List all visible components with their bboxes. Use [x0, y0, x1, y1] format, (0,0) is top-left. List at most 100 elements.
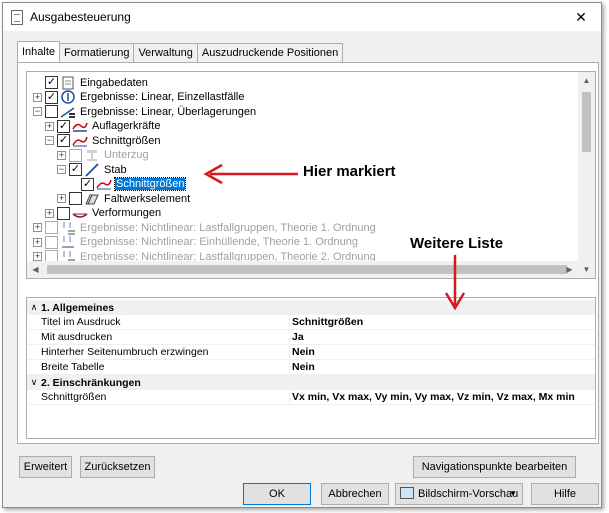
column-divider[interactable] [289, 313, 290, 403]
category-einschraenkungen[interactable]: ∨ 2. Einschränkungen [27, 375, 595, 390]
collapse-icon[interactable]: − [33, 107, 42, 116]
expand-icon[interactable]: + [33, 223, 42, 232]
erweitert-button[interactable]: Erweitert [19, 456, 72, 478]
document-icon [62, 76, 74, 89]
tree-item[interactable]: + Unterzug [57, 148, 150, 163]
internal-forces-icon [72, 136, 88, 146]
tree-checkbox[interactable] [69, 192, 82, 205]
tree-checkbox[interactable]: ✓ [45, 76, 58, 89]
annotation-weitere-liste: Weitere Liste [410, 235, 504, 252]
category-allgemeines[interactable]: ∧ 1. Allgemeines [27, 300, 595, 315]
tab-auszudruckende-positionen[interactable]: Auszudruckende Positionen [196, 43, 344, 62]
close-button[interactable]: ✕ [561, 3, 601, 31]
expand-icon[interactable]: + [45, 208, 54, 218]
tree-checkbox[interactable] [69, 148, 82, 162]
property-row[interactable]: Schnittgrößen Vx min, Vx max, Vy min, Vy… [27, 390, 595, 405]
internal-forces-icon [96, 179, 112, 190]
tree-item-label: Ergebnisse: Linear, Einzellastfälle [80, 91, 245, 103]
category-label: 2. Einschränkungen [41, 376, 141, 389]
tree-checkbox[interactable] [45, 105, 58, 118]
chevron-down-icon[interactable]: ▼ [509, 484, 517, 504]
tree-item-label-selected: Schnittgrößen [113, 177, 187, 191]
tree-checkbox[interactable]: ✓ [69, 163, 82, 176]
vertical-scrollbar[interactable]: ▲ ▼ [578, 72, 595, 278]
scroll-right-icon[interactable]: ▶ [561, 261, 578, 278]
help-button[interactable]: Hilfe [531, 483, 599, 505]
title-bar: Ausgabesteuerung ✕ [3, 3, 601, 31]
property-value[interactable]: Vx min, Vx max, Vy min, Vy max, Vz min, … [292, 391, 575, 403]
collapse-icon[interactable]: − [57, 165, 66, 174]
ok-button[interactable]: OK [243, 483, 311, 505]
scroll-left-icon[interactable]: ◀ [27, 261, 44, 278]
support-forces-icon [72, 122, 88, 132]
tree-item[interactable]: − ✓ Stab [57, 162, 128, 177]
expand-icon[interactable]: + [57, 194, 66, 203]
property-name: Hinterher Seitenumbruch erzwingen [41, 346, 209, 358]
property-value[interactable]: Nein [292, 361, 315, 373]
tree-item[interactable]: − ✓ Schnittgrößen [45, 133, 161, 148]
tree-item-label: Stab [104, 163, 127, 176]
tree-item-label: Auflagerkräfte [92, 120, 161, 132]
tree-item-label: Unterzug [104, 149, 149, 161]
reset-button[interactable]: Zurücksetzen [80, 456, 155, 478]
tree-item[interactable]: − Ergebnisse: Linear, Überlagerungen [33, 104, 257, 119]
screen-preview-button[interactable]: Bildschirm-Vorschau ▼ [395, 483, 523, 505]
tree-checkbox[interactable] [45, 235, 58, 249]
scroll-down-icon[interactable]: ▼ [578, 261, 595, 278]
property-value[interactable]: Ja [292, 331, 304, 343]
tree-item[interactable]: + Ergebnisse: Nichtlinear: Einhüllende, T… [33, 235, 359, 250]
edit-navigation-points-button[interactable]: Navigationspunkte bearbeiten [413, 456, 576, 478]
tab-verwaltung[interactable]: Verwaltung [133, 43, 198, 62]
tree-checkbox[interactable]: ✓ [45, 90, 58, 104]
tree-checkbox[interactable]: ✓ [57, 119, 70, 133]
tree-item[interactable]: + ✓ Auflagerkräfte [45, 119, 161, 134]
expand-icon[interactable]: + [33, 237, 42, 247]
expand-icon[interactable]: + [45, 121, 54, 131]
tab-formatierung[interactable]: Formatierung [59, 43, 135, 62]
property-value[interactable]: Nein [292, 346, 315, 358]
monitor-icon [400, 487, 414, 499]
tree-item-label: Ergebnisse: Nichtlinear: Lastfallgruppen… [80, 221, 376, 234]
document-icon [11, 10, 23, 25]
tree-item[interactable]: ✓ Eingabedaten [33, 75, 149, 90]
expand-icon[interactable]: + [33, 252, 42, 261]
property-row[interactable]: Breite Tabelle Nein [27, 360, 595, 375]
tree-item-label: Faltwerkselement [104, 192, 191, 205]
property-name: Breite Tabelle [41, 361, 105, 373]
category-label: 1. Allgemeines [41, 301, 115, 314]
load-case-icon [61, 90, 75, 104]
property-name: Schnittgrößen [41, 391, 107, 403]
expand-icon[interactable]: + [33, 92, 42, 102]
scroll-thumb-horizontal[interactable] [47, 265, 567, 274]
tree-checkbox[interactable] [45, 221, 58, 234]
tab-bar: Inhalte Formatierung Verwaltung Auszudru… [17, 41, 344, 62]
property-value[interactable]: Schnittgrößen [292, 316, 363, 328]
property-name: Titel im Ausdruck [41, 316, 121, 328]
tree-item[interactable]: + ✓ Ergebnisse: Linear, Einzellastfälle [33, 90, 245, 105]
scroll-up-icon[interactable]: ▲ [578, 72, 595, 89]
tree-checkbox[interactable] [57, 206, 70, 220]
horizontal-scrollbar[interactable]: ◀ ▶ [27, 261, 578, 278]
tab-inhalte[interactable]: Inhalte [17, 41, 61, 62]
property-row[interactable]: Titel im Ausdruck Schnittgrößen [27, 315, 595, 330]
scroll-thumb[interactable] [582, 92, 591, 152]
property-row[interactable]: Hinterher Seitenumbruch erzwingen Nein [27, 345, 595, 360]
collapse-caret-icon[interactable]: ∧ [27, 302, 41, 313]
tree-item[interactable]: + Verformungen [45, 206, 162, 221]
cancel-button[interactable]: Abbrechen [321, 483, 389, 505]
tree-item[interactable]: ✓ Schnittgrößen [69, 177, 187, 192]
expand-caret-icon[interactable]: ∨ [27, 377, 41, 388]
tree-item-label: Ergebnisse: Linear, Überlagerungen [80, 105, 257, 118]
tree-item[interactable]: + Ergebnisse: Nichtlinear: Lastfallgruppe… [33, 220, 377, 235]
tree-item-label: Schnittgrößen [92, 134, 161, 147]
folded-plate-icon [85, 194, 99, 204]
tree-checkbox[interactable]: ✓ [81, 177, 94, 191]
property-row[interactable]: Mit ausdrucken Ja [27, 330, 595, 345]
envelope-icon [62, 236, 74, 248]
tree-item[interactable]: + Faltwerkselement [57, 191, 191, 206]
collapse-icon[interactable]: − [45, 136, 54, 145]
expand-icon[interactable]: + [57, 150, 66, 160]
deformation-icon [72, 213, 88, 218]
tab-panel-inhalte: ✓ Eingabedaten + ✓ Ergebnisse: Linear, Einze… [17, 62, 599, 444]
tree-checkbox[interactable]: ✓ [57, 134, 70, 147]
